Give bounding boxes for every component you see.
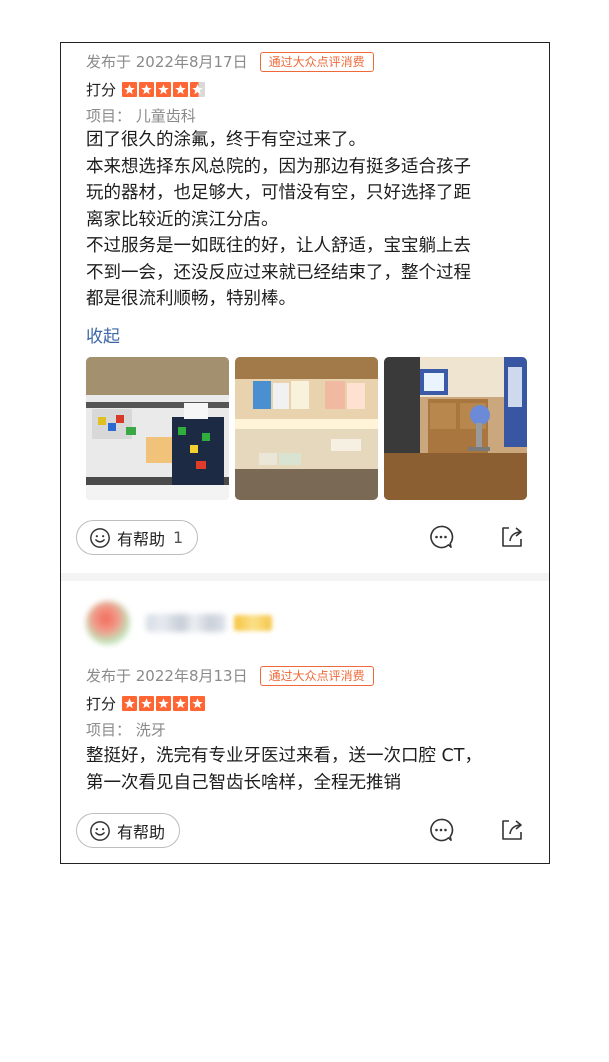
comment-button[interactable]: [428, 524, 454, 550]
review-photo[interactable]: [235, 357, 378, 500]
review-text-line: 本来想选择东风总院的，因为那边有挺多适合孩子: [86, 156, 471, 177]
share-button[interactable]: [499, 817, 525, 843]
section-divider: [61, 573, 549, 581]
review-item: 项目： 儿童齿科: [86, 107, 196, 125]
star-icon: [139, 696, 155, 711]
review-text-line: 团了很久的涂氟，终于有空过来了。: [86, 130, 366, 150]
star-icon: [173, 82, 189, 97]
comment-icon: [430, 525, 454, 549]
star-icon: [122, 82, 138, 97]
review-text-line: 不到一会，还没反应过来就已经结束了，整个过程: [86, 262, 471, 283]
star-rating: [122, 82, 207, 97]
review-item: 项目： 洗牙: [86, 721, 166, 739]
reviewer-info: [86, 601, 272, 645]
helpful-button[interactable]: 有帮助: [76, 813, 181, 848]
review-date: 发布于 2022年8月13日: [86, 667, 248, 685]
rating-row: 打分: [86, 693, 207, 714]
review-text-line: 第一次看见自己智齿长啥样，全程无推销: [86, 772, 401, 793]
review-meta: 发布于 2022年8月17日 通过大众点评消费: [86, 51, 374, 72]
review-date: 发布于 2022年8月17日: [86, 53, 248, 71]
review-text-line: 都是很流利顺畅，特别棒。: [86, 289, 296, 309]
comment-icon: [430, 818, 454, 842]
review-text: 团了很久的涂氟，终于有空过来了。 本来想选择东风总院的，因为那边有挺多适合孩子 …: [86, 127, 526, 313]
helpful-button[interactable]: 有帮助 1: [76, 520, 199, 555]
avatar[interactable]: [86, 601, 130, 645]
star-icon: [139, 82, 155, 97]
rating-label: 打分: [86, 695, 117, 713]
review-actions: 有帮助 1: [76, 520, 529, 555]
share-button[interactable]: [499, 524, 525, 550]
collapse-link[interactable]: 收起: [86, 322, 120, 347]
share-icon: [502, 820, 522, 840]
review-photos: [86, 357, 533, 500]
review-photo[interactable]: [86, 357, 229, 500]
review-actions: 有帮助: [76, 813, 529, 848]
star-rating: [122, 696, 207, 711]
smile-icon: [90, 820, 110, 841]
review-photo[interactable]: [384, 357, 527, 500]
rating-label: 打分: [86, 81, 117, 99]
star-icon: [156, 696, 172, 711]
consumption-badge: 通过大众点评消费: [259, 51, 374, 72]
reviewer-level-badge: [234, 615, 272, 631]
review-text-line: 离家比较近的滨江分店。: [86, 209, 279, 230]
rating-row: 打分: [86, 79, 207, 100]
consumption-badge: 通过大众点评消费: [259, 665, 374, 686]
star-icon: [173, 696, 189, 711]
helpful-count: 1: [173, 528, 184, 547]
reviewer-name-blurred[interactable]: [146, 614, 226, 632]
review-text-line: 玩的器材，也足够大，可惜没有空，只好选择了距: [86, 183, 471, 203]
star-icon: [156, 82, 172, 97]
review-card: 发布于 2022年8月17日 通过大众点评消费 打分 项目： 儿童齿科 团了很久…: [61, 43, 549, 573]
star-icon: [190, 696, 206, 711]
review-card: 发布于 2022年8月13日 通过大众点评消费 打分 项目： 洗牙 整挺好，洗完…: [61, 581, 549, 863]
review-list: 发布于 2022年8月17日 通过大众点评消费 打分 项目： 儿童齿科 团了很久…: [60, 42, 550, 864]
star-icon: [122, 696, 138, 711]
review-meta: 发布于 2022年8月13日 通过大众点评消费: [86, 665, 374, 686]
comment-button[interactable]: [428, 817, 454, 843]
review-text-line: 不过服务是一如既往的好，让人舒适，宝宝躺上去: [86, 236, 471, 256]
smile-icon: [90, 527, 110, 548]
helpful-label: 有帮助: [117, 529, 166, 549]
helpful-label: 有帮助: [117, 822, 166, 842]
review-text: 整挺好，洗完有专业牙医过来看，送一次口腔 CT， 第一次看见自己智齿长啥样，全程…: [86, 743, 526, 796]
share-icon: [502, 527, 522, 547]
review-text-line: 整挺好，洗完有专业牙医过来看，送一次口腔 CT，: [86, 746, 482, 766]
star-icon: [190, 82, 206, 97]
